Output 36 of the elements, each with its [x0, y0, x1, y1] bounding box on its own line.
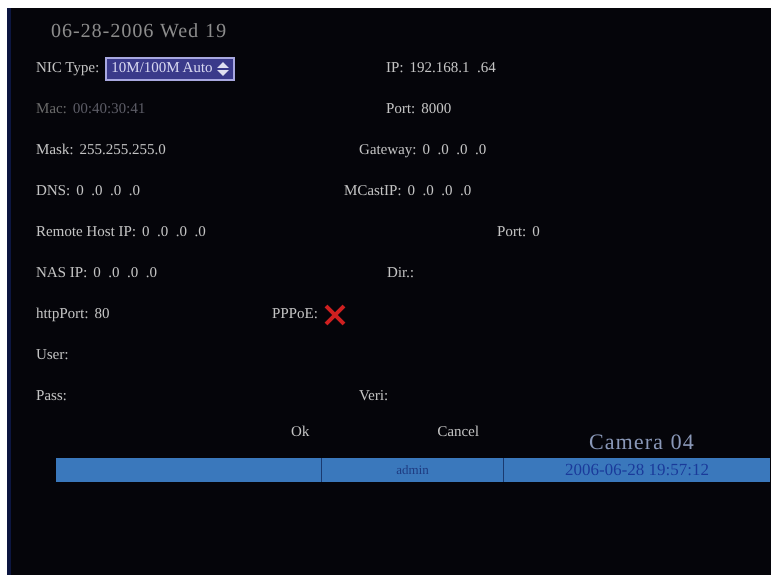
field-value[interactable]: 0 .0 .0 .0: [422, 139, 486, 162]
user-name: admin: [322, 458, 504, 482]
nic-type-dropdown[interactable]: 10M/100M Auto: [105, 56, 235, 80]
field-label: Mac:: [36, 100, 67, 120]
cross-icon[interactable]: [324, 304, 346, 326]
field-label: MCastIP:: [344, 182, 402, 202]
field-value[interactable]: 0 .0 .0 .0: [408, 180, 472, 203]
field-label: IP:: [386, 59, 404, 78]
field-label: PPPoE:: [272, 305, 318, 324]
field-label: Port:: [497, 223, 526, 242]
field-label: Gateway:: [359, 141, 416, 160]
field-value[interactable]: 80: [94, 303, 110, 326]
field-label: User:: [36, 346, 68, 366]
field-value[interactable]: 255.255.255.0: [80, 139, 166, 162]
status-datetime: 2006-06-28 19:57:12: [564, 459, 710, 482]
field-value[interactable]: 0 .0 .0 .0: [93, 262, 158, 285]
field-label: Port:: [386, 100, 416, 120]
dialog-button[interactable]: Ok: [291, 420, 310, 444]
field-label: Dir.:: [387, 264, 414, 284]
field-value[interactable]: 0: [532, 221, 540, 244]
field-value[interactable]: 8000: [421, 98, 452, 121]
dialog-button[interactable]: Cancel: [437, 420, 479, 444]
field-label: DNS:: [36, 182, 70, 202]
field-label: NAS IP:: [36, 264, 88, 284]
field-value[interactable]: 192.168.1 .64: [410, 57, 496, 80]
field-label: httpPort:: [36, 305, 89, 324]
camera-label: Camera 04: [589, 429, 695, 454]
field-label: Veri:: [359, 387, 388, 406]
field-value[interactable]: 0 .0 .0 .0: [142, 221, 206, 244]
field-label: Remote Host IP:: [36, 223, 136, 242]
overlay-datetime: 06-28-2006 Wed 19: [51, 19, 228, 44]
field-label: Mask:: [36, 141, 74, 160]
field-value[interactable]: 0 .0 .0 .0: [76, 180, 140, 203]
up-down-arrows-icon: [216, 62, 229, 76]
field-label: Pass:: [36, 387, 67, 406]
field-label: NIC Type:: [36, 59, 100, 78]
